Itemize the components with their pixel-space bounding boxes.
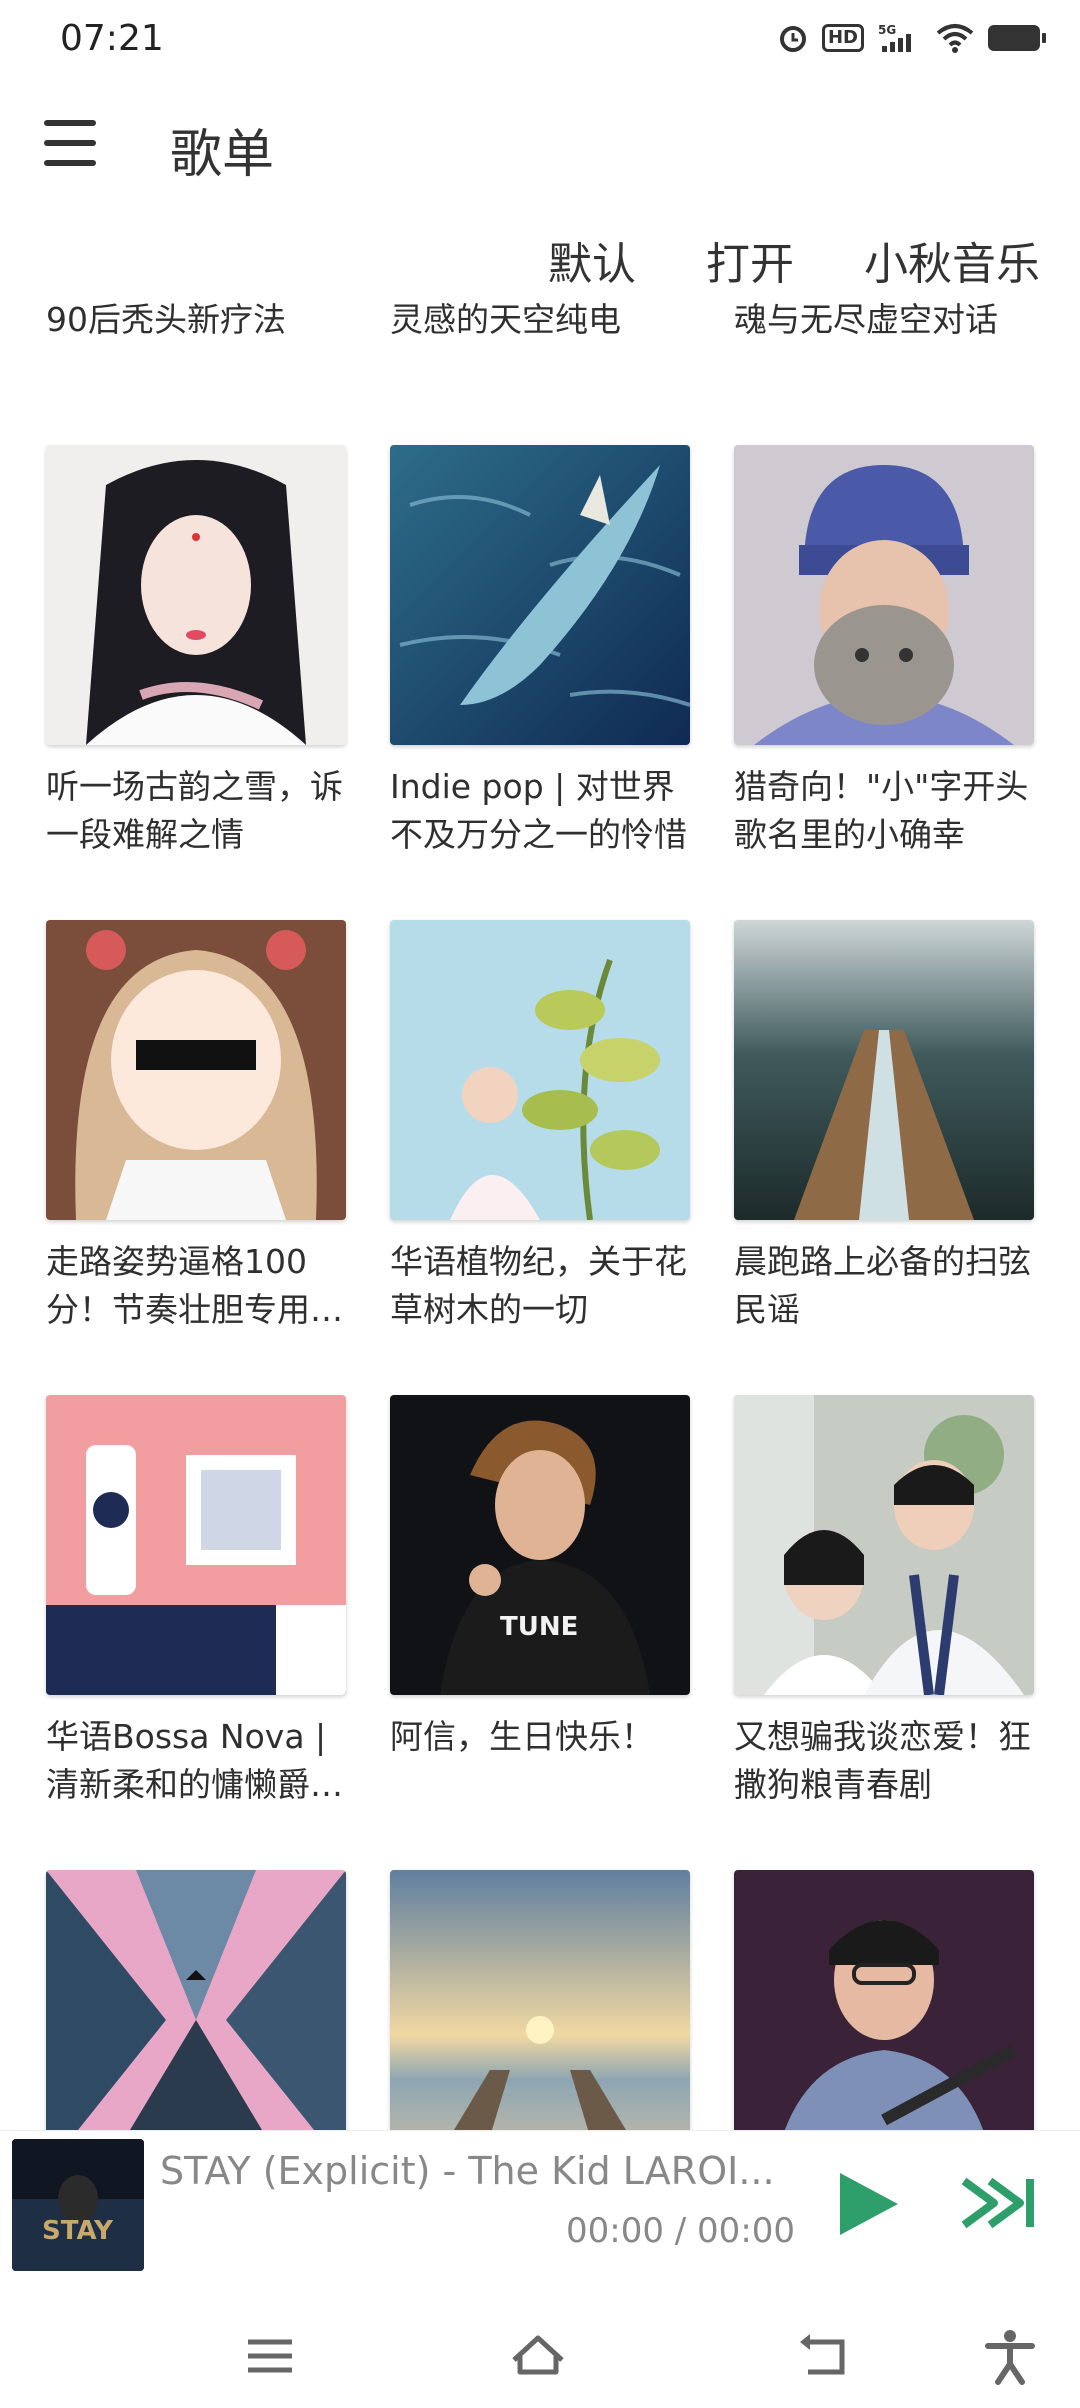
playlist-cover[interactable] (46, 920, 346, 1220)
hd-icon: HD (821, 24, 864, 52)
playlist-cover[interactable] (734, 445, 1034, 745)
playlist-cover[interactable] (734, 1870, 1034, 2130)
home-nav-icon[interactable] (508, 2326, 568, 2386)
playlist-caption: 听一场古韵之雪，诉一段难解之情 (46, 767, 343, 854)
playlist-cover[interactable] (46, 1395, 346, 1695)
now-playing-bar[interactable]: STAY STAY (Explicit) - The Kid LAROI... … (0, 2130, 1080, 2281)
playlist-card[interactable]: 90后秃头新疗法 (46, 290, 346, 344)
playlist-caption: 晨跑路上必备的扫弦民谣 (734, 1242, 1031, 1329)
album-art-text: STAY (42, 2216, 114, 2246)
playlist-cover[interactable] (46, 1870, 346, 2130)
svg-text:5G: 5G (878, 23, 896, 37)
default-button[interactable]: 默认 (548, 228, 636, 292)
menu-nav-icon[interactable] (240, 2326, 300, 2386)
alarm-icon (778, 23, 808, 53)
playlist-card[interactable]: 猎奇向！"小"字开头歌名里的小确幸 (734, 445, 1034, 859)
svg-text:TUNE: TUNE (500, 1612, 578, 1642)
playlist-caption: 魂与无尽虚空对话 (734, 300, 998, 339)
status-time: 07:21 (60, 18, 164, 59)
playlist-caption: 90后秃头新疗法 (46, 300, 286, 339)
playlist-cover[interactable] (390, 1870, 690, 2130)
playlist-caption: 华语植物纪，关于花草树木的一切 (390, 1242, 687, 1329)
playlist-card[interactable]: 华语Bossa Nova | 清新柔和的慵懒爵… (46, 1395, 346, 1809)
playlist-caption: 阿信，生日快乐！ (390, 1717, 654, 1756)
playlist-caption: 猎奇向！"小"字开头歌名里的小确幸 (734, 767, 1029, 854)
app-bar: 歌单 (0, 90, 1080, 200)
playlist-cover[interactable]: TUNE (390, 1395, 690, 1695)
playlist-cover[interactable] (734, 920, 1034, 1220)
playlist-caption: Indie pop | 对世界不及万分之一的怜惜 (390, 767, 687, 854)
playlist-cover[interactable] (46, 445, 346, 745)
playlist-grid: 90后秃头新疗法 灵感的天空纯电 魂与无尽虚空对话 听一场古韵之雪，诉一段难解之… (0, 290, 1080, 2130)
playlist-card[interactable]: 听一场古韵之雪，诉一段难解之情 (46, 445, 346, 859)
status-bar: 07:21 HD 5G (0, 0, 1080, 80)
playlist-caption: 灵感的天空纯电 (390, 300, 621, 339)
skip-next-icon[interactable] (960, 2173, 1040, 2233)
playlist-card[interactable]: TUNE 阿信，生日快乐！ (390, 1395, 690, 1761)
5g-signal-icon: 5G (878, 22, 922, 54)
playlist-card[interactable] (390, 1870, 690, 2130)
playlist-card[interactable] (734, 1870, 1034, 2130)
system-nav-bar (0, 2290, 1080, 2408)
menu-icon[interactable] (44, 120, 100, 172)
top-actions: 默认 打开 小秋音乐 (548, 228, 1040, 292)
playlist-card[interactable]: 走路姿势逼格100分！节奏壮胆专用… (46, 920, 346, 1334)
battery-icon (988, 25, 1046, 51)
playlist-card[interactable] (46, 1870, 346, 2130)
open-button[interactable]: 打开 (706, 228, 794, 292)
playlist-caption: 华语Bossa Nova | 清新柔和的慵懒爵… (46, 1717, 343, 1804)
playlist-caption: 又想骗我谈恋爱！狂撒狗粮青春剧 (734, 1717, 1031, 1804)
app-name-button[interactable]: 小秋音乐 (864, 228, 1040, 292)
status-icons: HD 5G (778, 22, 1046, 54)
playlist-card[interactable]: 魂与无尽虚空对话 (734, 290, 1034, 344)
playlist-cover[interactable] (390, 445, 690, 745)
wifi-icon (936, 23, 974, 53)
page-title: 歌单 (170, 125, 275, 185)
album-art[interactable]: STAY (12, 2139, 144, 2271)
playlist-card[interactable]: Indie pop | 对世界不及万分之一的怜惜 (390, 445, 690, 859)
playlist-cover[interactable] (734, 1395, 1034, 1695)
play-icon[interactable] (836, 2169, 902, 2239)
playlist-card[interactable]: 晨跑路上必备的扫弦民谣 (734, 920, 1034, 1334)
playlist-card[interactable]: 又想骗我谈恋爱！狂撒狗粮青春剧 (734, 1395, 1034, 1809)
playlist-card[interactable]: 灵感的天空纯电 (390, 290, 690, 344)
playlist-caption: 走路姿势逼格100分！节奏壮胆专用… (46, 1242, 343, 1329)
playlist-cover[interactable] (390, 920, 690, 1220)
accessibility-icon[interactable] (980, 2326, 1040, 2386)
back-nav-icon[interactable] (794, 2326, 854, 2386)
playlist-card[interactable]: 华语植物纪，关于花草树木的一切 (390, 920, 690, 1334)
song-title: STAY (Explicit) - The Kid LAROI... (160, 2149, 775, 2193)
playback-time: 00:00 / 00:00 (566, 2211, 796, 2251)
